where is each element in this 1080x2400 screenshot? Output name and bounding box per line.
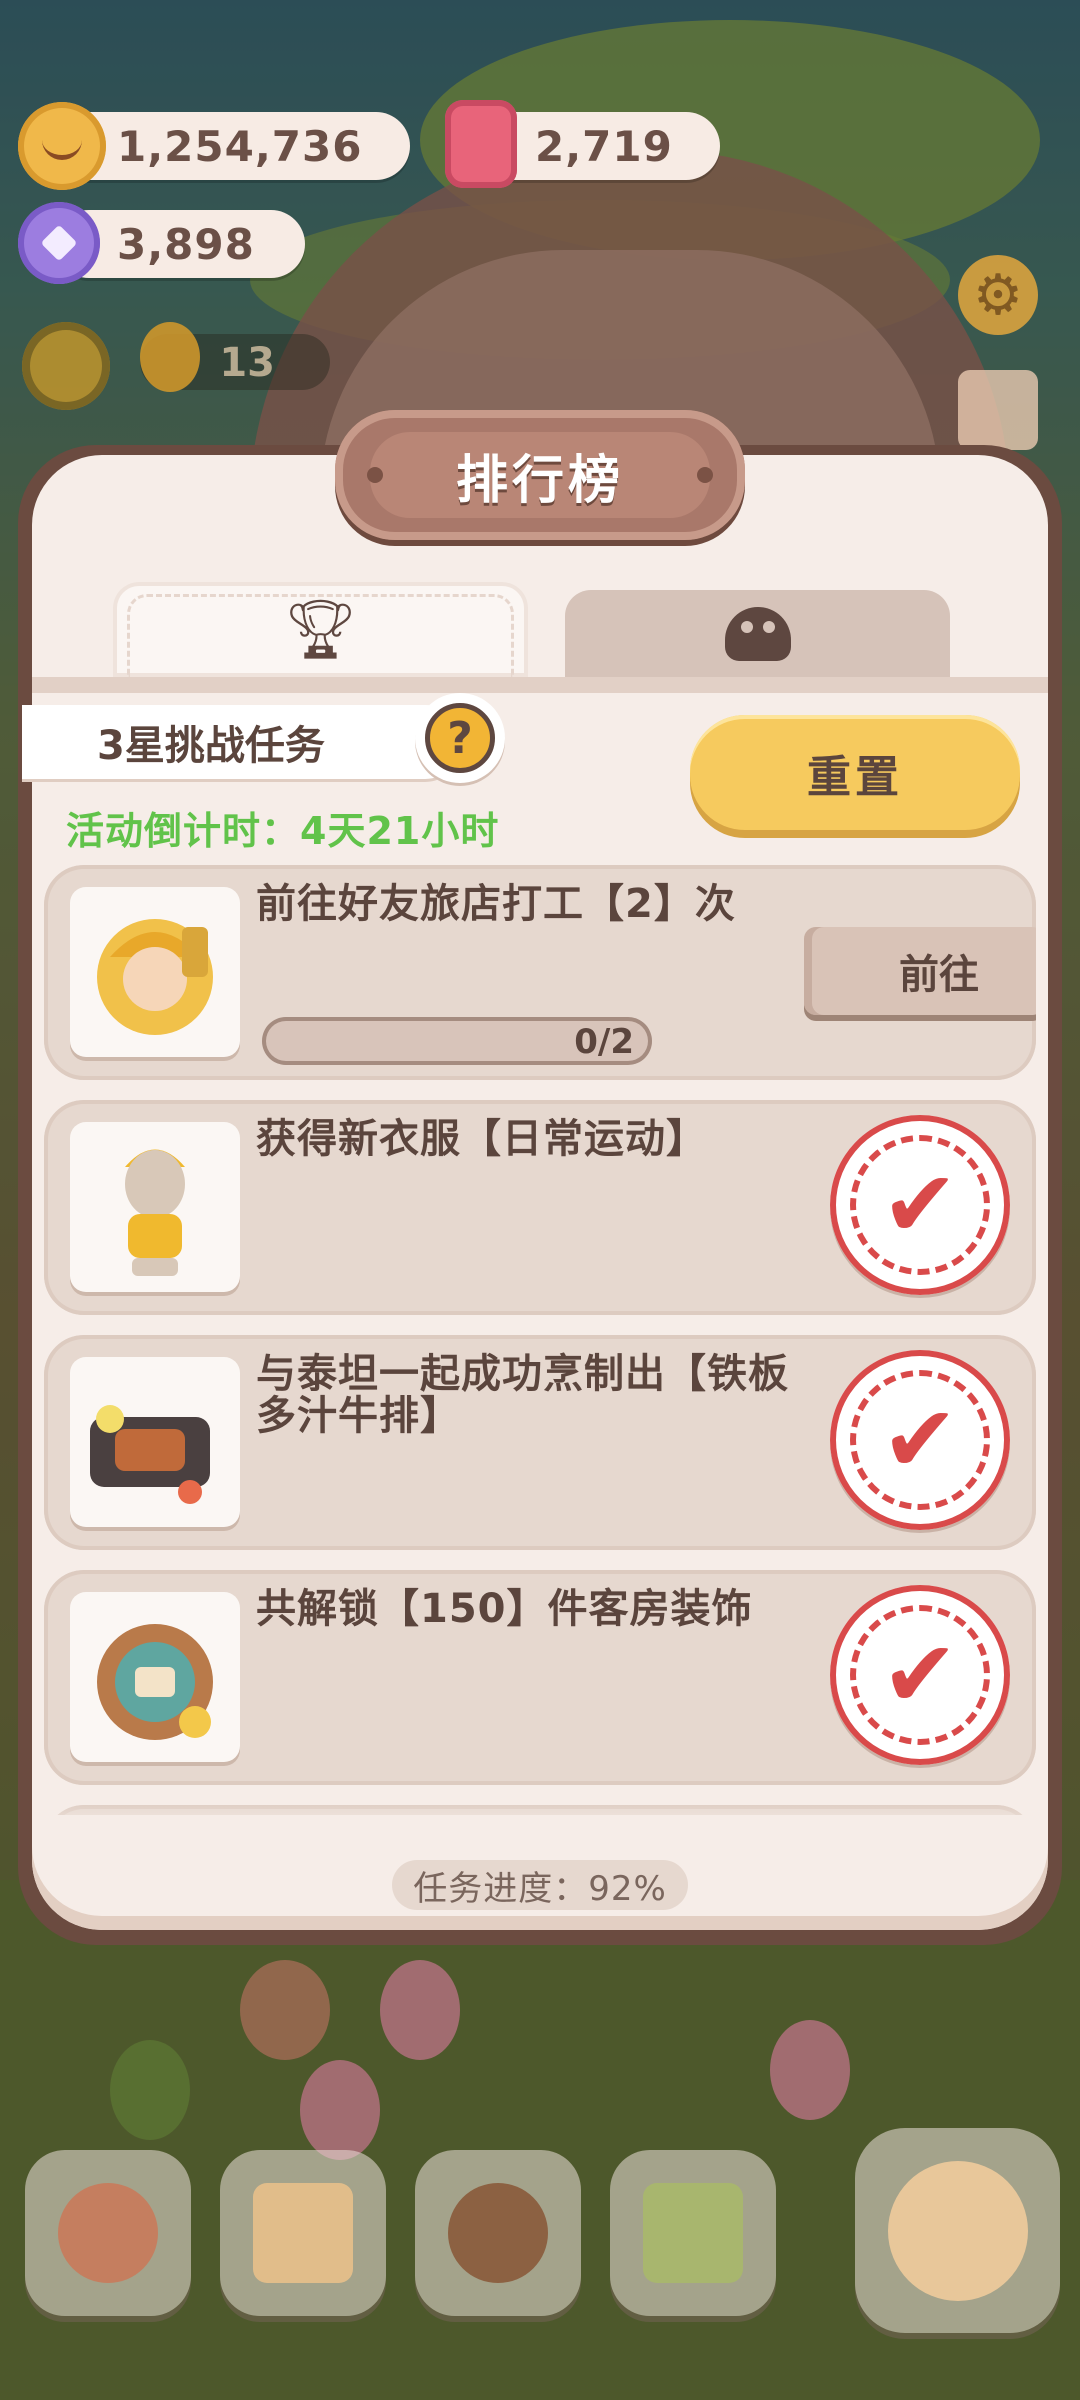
cookie-counter[interactable]: 1,254,736 [55, 112, 410, 180]
task-row: 与泰坦一起成功烹制出【铁板多汁牛排】 ✔ [44, 1335, 1036, 1550]
chick-icon [140, 322, 200, 392]
gem-count: 3,898 [117, 219, 255, 269]
nav-character-button[interactable] [855, 2128, 1060, 2333]
trophy-icon: 🏆︎ [283, 595, 358, 663]
character-alarm-icon [887, 2160, 1028, 2301]
shop-stall-icon [643, 2183, 743, 2283]
gem-icon [18, 202, 100, 284]
room-decor-icon [70, 1592, 240, 1762]
settings-gear-icon[interactable]: ⚙ [958, 255, 1038, 335]
task-description: 获得新衣服【日常运动】 [256, 1116, 707, 1162]
cookie-icon [724, 606, 791, 661]
cookie-icon [18, 102, 106, 190]
task-row: 获得新衣服【日常运动】 ✔ [44, 1100, 1036, 1315]
task-progress-text: 0/2 [574, 1022, 634, 1062]
steak-plate-icon [70, 1357, 240, 1527]
tab-divider [32, 677, 1048, 693]
overall-progress-badge: 任务进度：92% [392, 1860, 688, 1910]
go-button-label: 前往 [899, 952, 979, 998]
task-row: 前往好友旅店打工【2】次 0/2 前往 [44, 865, 1036, 1080]
help-button[interactable]: ? [415, 693, 505, 783]
tab-cookie[interactable] [565, 590, 950, 677]
task-description: 共解锁【150】件客房装饰 [256, 1586, 753, 1632]
nav-shop-button[interactable] [610, 2150, 776, 2316]
challenge-label-text: 3星挑战任务 [97, 723, 325, 769]
notebook-icon [253, 2183, 353, 2283]
task-description: 与泰坦一起成功烹制出【铁板多汁牛排】 [256, 1351, 789, 1439]
completed-stamp-icon: ✔ [820, 1585, 1020, 1765]
worker-character-icon [70, 887, 240, 1057]
mushroom-house-icon [58, 2183, 158, 2283]
event-countdown: 活动倒计时：4天21小时 [66, 809, 500, 853]
panel-title: 排行榜 [455, 450, 624, 511]
pot-icon [448, 2183, 548, 2283]
go-button[interactable]: 前往 [804, 927, 1036, 1015]
challenge-label: 3星挑战任务 [22, 705, 462, 779]
task-row: 共解锁【150】件客房装饰 ✔ [44, 1570, 1036, 1785]
task-progress-bar: 0/2 [262, 1017, 652, 1065]
reset-button[interactable]: 重置 [690, 715, 1020, 830]
nav-recipe-button[interactable] [415, 2150, 581, 2316]
outfit-figure-icon [70, 1122, 240, 1292]
question-icon: ? [425, 703, 495, 773]
level-count: 13 [219, 340, 275, 386]
panel-title-plaque: 排行榜 [335, 410, 745, 540]
cookie-count: 1,254,736 [117, 121, 363, 171]
sun-badge-icon[interactable] [22, 322, 110, 410]
candle-icon [445, 100, 517, 188]
stamp-icon[interactable] [958, 370, 1038, 450]
nav-build-button[interactable] [25, 2150, 191, 2316]
nav-notebook-button[interactable] [220, 2150, 386, 2316]
tab-trophy[interactable]: 🏆︎ [113, 582, 528, 677]
reset-button-label: 重置 [807, 751, 903, 803]
task-description: 前往好友旅店打工【2】次 [256, 881, 736, 927]
candle-count: 2,719 [535, 121, 673, 171]
overall-progress-text: 任务进度：92% [413, 1868, 667, 1909]
list-fade [32, 1800, 1048, 1840]
completed-stamp-icon: ✔ [820, 1350, 1020, 1530]
task-list[interactable]: 前往好友旅店打工【2】次 0/2 前往 获得新衣服【日常运动】 ✔ 与泰坦一起成… [44, 865, 1036, 1815]
completed-stamp-icon: ✔ [820, 1115, 1020, 1295]
